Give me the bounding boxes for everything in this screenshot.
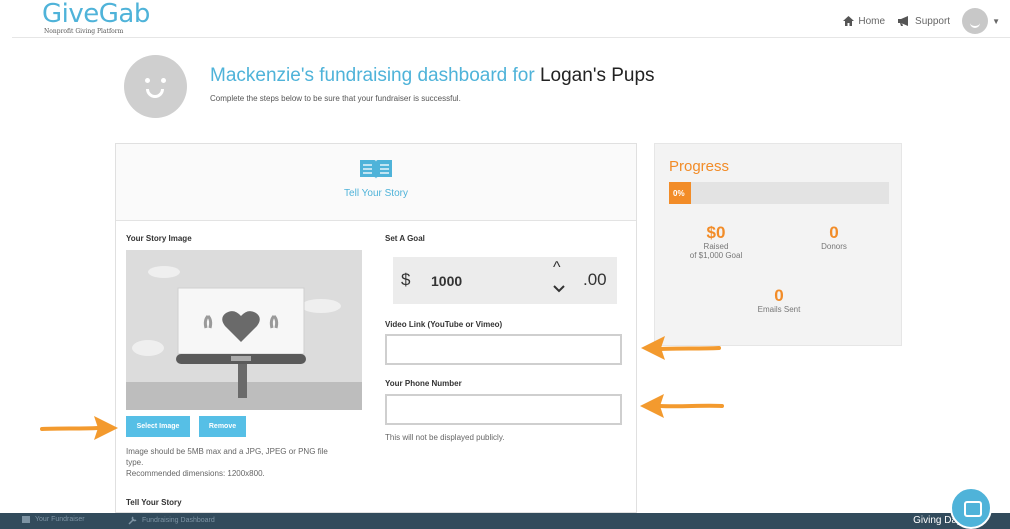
book-icon xyxy=(360,160,392,179)
phone-number-label: Your Phone Number xyxy=(385,379,462,388)
megaphone-icon xyxy=(898,16,909,26)
bottom-nav-your-fundraiser[interactable]: Your Fundraiser xyxy=(22,516,85,523)
arrow-left-icon xyxy=(640,394,724,418)
page-title: Mackenzie's fundraising dashboard for Lo… xyxy=(210,65,655,87)
progress-bar-fill: 0% xyxy=(669,182,691,204)
image-help-text: Image should be 5MB max and a JPG, JPEG … xyxy=(126,446,366,479)
avatar-mouth xyxy=(146,89,164,98)
user-avatar[interactable] xyxy=(962,8,989,34)
top-navbar: GiveGab Nonprofit Giving Platform Home S… xyxy=(12,0,1010,38)
select-image-button[interactable]: Select Image xyxy=(126,416,190,437)
emails-stat: 0 Emails Sent xyxy=(734,286,824,315)
emails-count: 0 xyxy=(774,286,784,305)
chevron-up-icon[interactable]: ^ xyxy=(553,259,561,277)
billboard-illustration xyxy=(126,250,362,410)
raised-label: Raised xyxy=(703,242,729,251)
givegab-logo[interactable]: GiveGab Nonprofit Giving Platform xyxy=(42,1,150,35)
nav-support-label: Support xyxy=(915,15,951,27)
emails-label: Emails Sent xyxy=(757,305,801,314)
section-title[interactable]: Tell Your Story xyxy=(116,188,636,199)
arrow-right-icon xyxy=(40,416,118,440)
image-help-line-3: Recommended dimensions: 1200x800. xyxy=(126,469,265,478)
goal-value[interactable]: 1000 xyxy=(431,273,462,289)
image-help-line-2: type. xyxy=(126,458,144,467)
raised-goal: of $1,000 Goal xyxy=(689,251,743,260)
raised-stat: $0 Raised of $1,000 Goal xyxy=(671,223,761,261)
page-title-org: Logan's Pups xyxy=(539,65,655,86)
logo-text: GiveGab xyxy=(42,0,150,29)
goal-input[interactable]: $ 1000 ^ .00 xyxy=(393,257,617,304)
grid-icon xyxy=(22,516,30,523)
page-root: GiveGab Nonprofit Giving Platform Home S… xyxy=(0,0,1010,529)
arrow-left-icon xyxy=(641,336,721,360)
bottom-nav-your-fundraiser-label: Your Fundraiser xyxy=(35,516,85,523)
donors-count: 0 xyxy=(829,223,839,242)
bottom-nav-dashboard[interactable]: Fundraising Dashboard xyxy=(128,516,215,525)
phone-help-text: This will not be displayed publicly. xyxy=(385,433,505,442)
bottom-nav-dashboard-label: Fundraising Dashboard xyxy=(142,517,215,524)
remove-image-button[interactable]: Remove xyxy=(199,416,246,437)
nav-home-label: Home xyxy=(858,15,886,27)
logo-subtitle: Nonprofit Giving Platform xyxy=(44,28,124,35)
tell-your-story-card: Tell Your Story Your Story Image Select … xyxy=(115,143,637,513)
raised-amount: $0 xyxy=(706,223,726,242)
bottom-bar: Your Fundraiser Fundraising Dashboard Gi… xyxy=(0,513,1010,529)
phone-number-input[interactable] xyxy=(385,394,622,425)
avatar-eye-right xyxy=(161,78,166,83)
story-image-label: Your Story Image xyxy=(126,234,192,243)
video-link-label: Video Link (YouTube or Vimeo) xyxy=(385,320,503,329)
page-title-main: Mackenzie's fundraising dashboard for xyxy=(210,65,535,86)
tell-story-label: Tell Your Story xyxy=(126,498,182,507)
goal-label: Set A Goal xyxy=(385,234,425,243)
fundraiser-avatar xyxy=(124,55,187,118)
avatar-eye-left xyxy=(145,78,150,83)
wrench-icon xyxy=(128,516,137,525)
story-image-placeholder xyxy=(126,250,362,410)
nav-support[interactable]: Support xyxy=(897,16,950,27)
nav-links: Home Support ▼ xyxy=(843,8,1000,34)
progress-card: Progress 0% $0 Raised of $1,000 Goal 0 D… xyxy=(654,143,902,346)
chevron-down-icon[interactable] xyxy=(553,285,565,293)
donors-label: Donors xyxy=(821,242,847,251)
video-link-input[interactable] xyxy=(385,334,622,365)
image-help-line-1: Image should be 5MB max and a JPG, JPEG … xyxy=(126,447,328,456)
home-icon xyxy=(843,16,855,26)
chat-bubble-icon[interactable] xyxy=(950,487,992,529)
progress-bar: 0% xyxy=(669,182,889,204)
card-header: Tell Your Story xyxy=(116,144,636,221)
page-subtitle: Complete the steps below to be sure that… xyxy=(210,94,461,103)
goal-currency: $ xyxy=(401,270,411,289)
goal-decimal: .00 xyxy=(583,270,607,289)
chevron-down-icon[interactable]: ▼ xyxy=(992,17,1000,26)
donors-stat: 0 Donors xyxy=(789,223,879,252)
progress-title: Progress xyxy=(669,158,730,175)
nav-home[interactable]: Home xyxy=(843,16,885,27)
